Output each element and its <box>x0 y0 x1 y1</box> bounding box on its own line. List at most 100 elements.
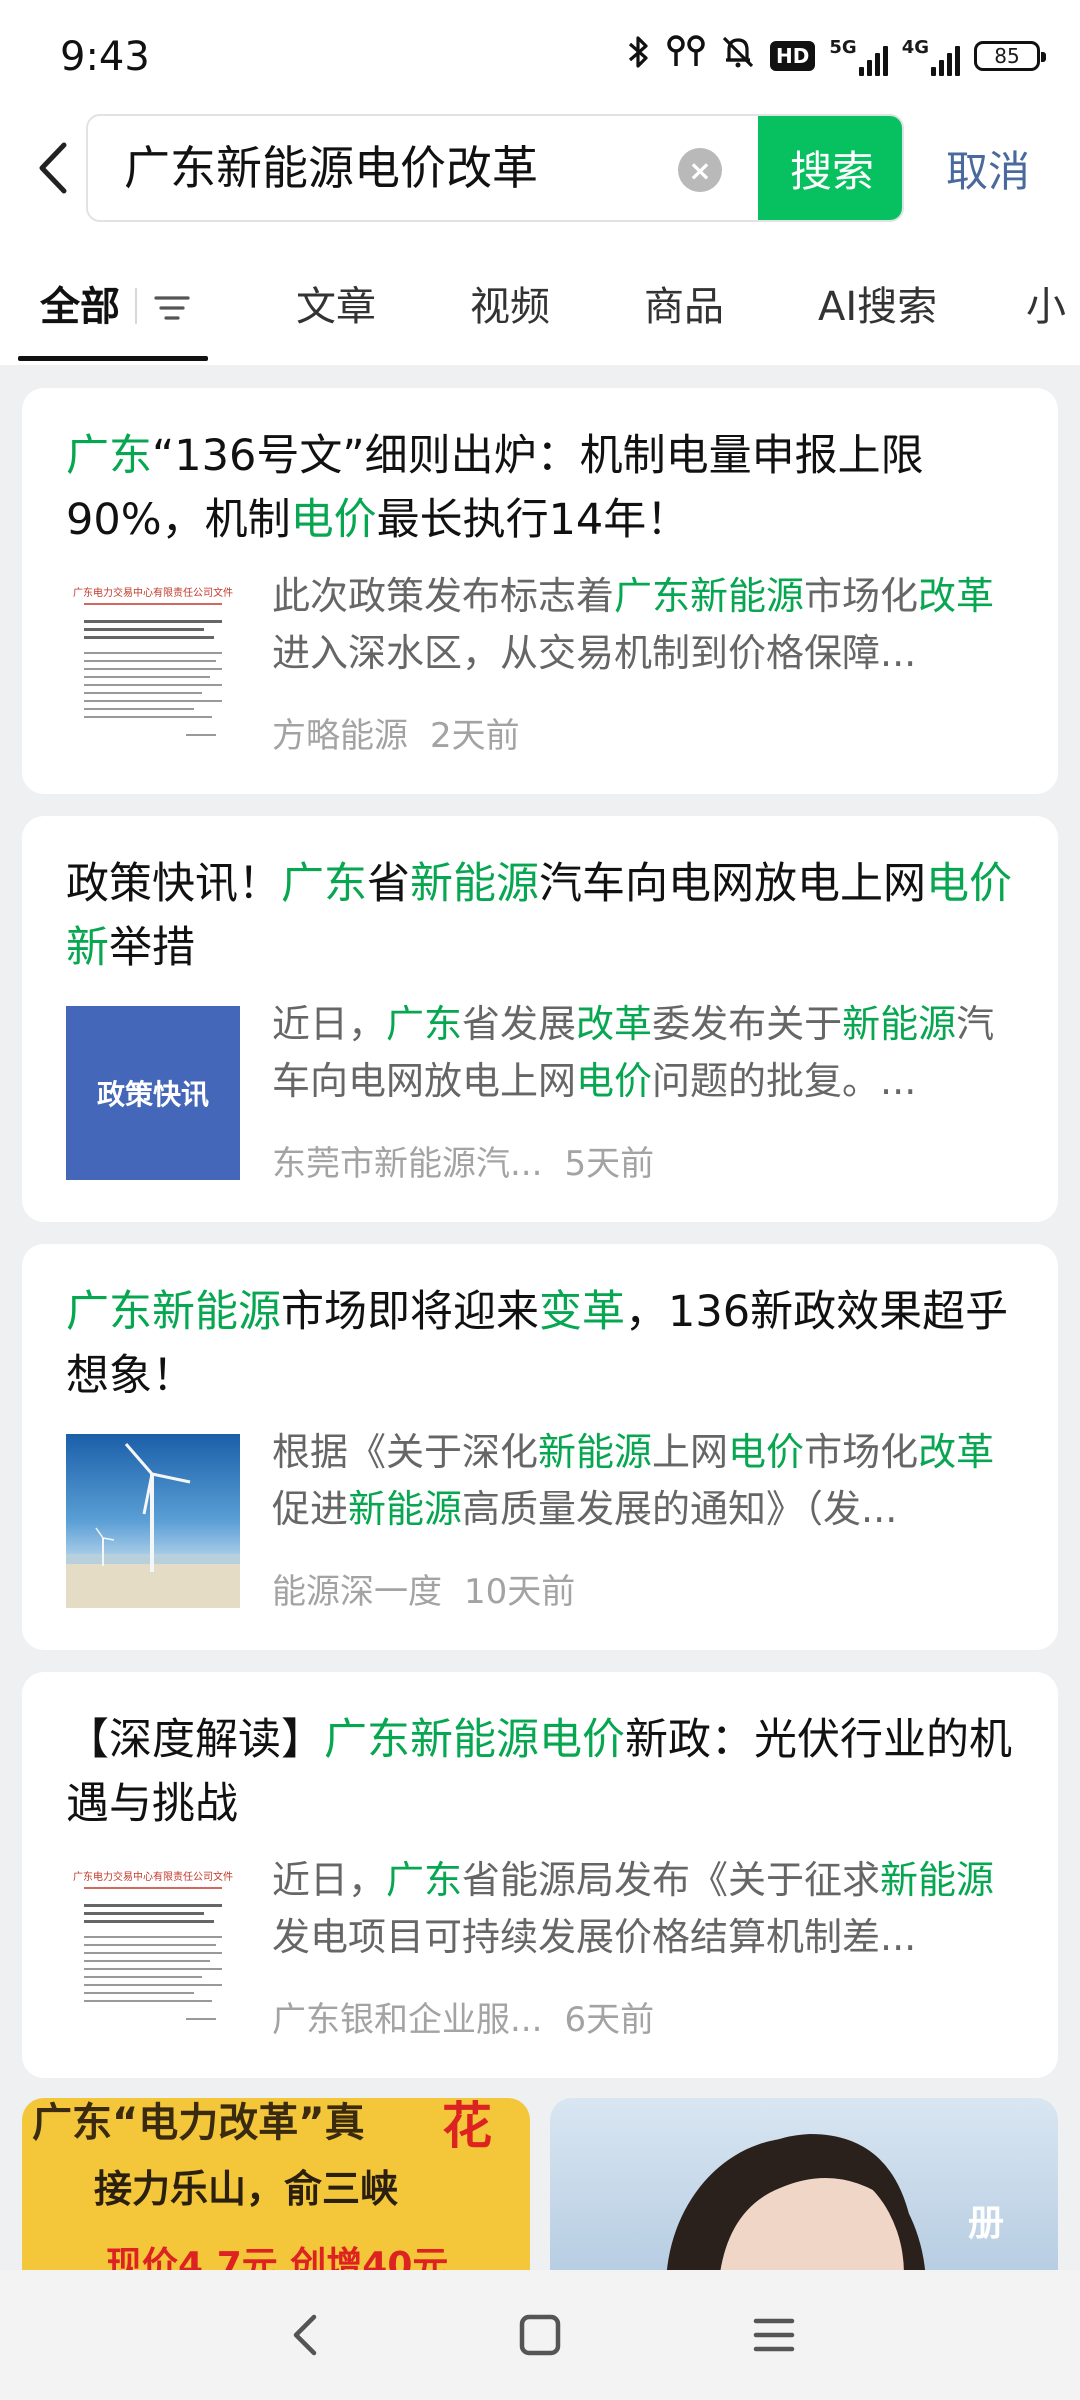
result-snippet: 根据《关于深化新能源上网电价市场化改革 促进新能源高质量发展的通知》（发... <box>272 1424 1032 1538</box>
text-segment: 促进 <box>272 1487 349 1531</box>
result-time: 10天前 <box>464 1572 576 1612</box>
highlight-keyword: 广东新能源 <box>614 574 805 618</box>
text-segment: 省能源局发布《关于征求 <box>462 1858 881 1902</box>
result-title[interactable]: 政策快讯！广东省新能源汽车向电网放电上网电价新举措 <box>66 852 1021 980</box>
result-source[interactable]: 能源深一度 <box>272 1572 442 1612</box>
highlight-keyword: 改革 <box>918 1430 995 1474</box>
highlight-keyword: 广东新能源电价 <box>324 1715 625 1765</box>
highlight-keyword: 电价 <box>290 495 377 545</box>
text-segment: 市场化 <box>804 574 919 618</box>
system-nav-bar <box>0 2270 1080 2400</box>
result-meta: 广东银和企业服... 6天前 <box>272 1992 654 2041</box>
text-segment: 根据《关于深化 <box>272 1430 539 1474</box>
bluetooth-icon <box>626 34 652 78</box>
highlight-keyword: 新能源 <box>538 1430 653 1474</box>
result-thumbnail <box>66 1434 240 1608</box>
status-time: 9:43 <box>60 34 150 80</box>
text-segment: 此次政策发布标志着 <box>272 574 615 618</box>
portrait-image <box>666 2134 926 2273</box>
battery-indicator: 85 <box>974 41 1046 71</box>
highlight-keyword: 广东 <box>386 1002 463 1046</box>
text-segment: 高质量发展的通知》（发... <box>462 1487 898 1531</box>
nav-home-button[interactable] <box>510 2305 570 2365</box>
highlight-keyword: 广东新能源 <box>66 1287 281 1337</box>
result-time: 2天前 <box>430 716 520 756</box>
text-segment: 举措 <box>109 923 195 973</box>
svg-text:广东电力交易中心有限责任公司文件: 广东电力交易中心有限责任公司文件 <box>73 586 233 599</box>
tab-products[interactable]: 商品 <box>644 274 724 332</box>
result-meta: 东莞市新能源汽... 5天前 <box>272 1136 654 1185</box>
text-segment: 【深度解读】 <box>66 1715 324 1765</box>
mute-bell-icon <box>720 34 756 78</box>
tab-videos[interactable]: 视频 <box>470 274 550 332</box>
highlight-keyword: 改革 <box>576 1002 653 1046</box>
highlight-keyword: 电价 <box>728 1430 805 1474</box>
active-tab-indicator <box>18 356 208 361</box>
result-snippet: 此次政策发布标志着广东新能源市场化改革进入深水区，从交易机制到价格保障... <box>272 568 1032 682</box>
back-button[interactable] <box>28 135 80 201</box>
text-segment: 市场化 <box>804 1430 919 1474</box>
result-title[interactable]: 【深度解读】广东新能源电价新政：光伏行业的机遇与挑战 <box>66 1708 1021 1836</box>
text-segment: 问题的批复。... <box>652 1059 917 1103</box>
earbuds-icon <box>666 34 706 78</box>
result-thumbnail: 政策快讯 <box>66 1006 240 1180</box>
result-source[interactable]: 方略能源 <box>272 716 408 756</box>
close-icon: × <box>688 153 712 187</box>
signal-5g: 5G <box>829 37 888 76</box>
text-segment: 委发布关于 <box>652 1002 843 1046</box>
tab-bar: 全部 文章 视频 商品 AI搜索 小 <box>0 262 1080 362</box>
filter-icon[interactable] <box>152 288 192 328</box>
result-meta: 方略能源 2天前 <box>272 708 520 757</box>
result-time: 5天前 <box>564 1144 655 1184</box>
search-box[interactable]: 广东新能源电价改革 × 搜索 <box>86 114 904 222</box>
result-snippet: 近日，广东省发展改革委发布关于新能源汽车向电网放电上网电价问题的批复。... <box>272 996 1032 1110</box>
result-card[interactable]: 政策快讯！广东省新能源汽车向电网放电上网电价新举措 政策快讯 近日，广东省发展改… <box>22 816 1058 1222</box>
highlight-keyword: 新能源 <box>410 859 539 909</box>
tab-all[interactable]: 全部 <box>40 274 120 332</box>
highlight-keyword: 广东 <box>386 1858 463 1902</box>
result-meta: 能源深一度 10天前 <box>272 1564 575 1613</box>
text-segment: 进入深水区，从交易机制到价格保障... <box>272 631 917 675</box>
tab-ai-search[interactable]: AI搜索 <box>818 274 937 332</box>
status-bar: 9:43 HD 5G 4G 85 <box>0 0 1080 110</box>
result-title[interactable]: 广东新能源市场即将迎来变革，136新政效果超乎想象！ <box>66 1280 1021 1408</box>
result-source[interactable]: 广东银和企业服... <box>272 2000 542 2040</box>
result-card[interactable]: 广东“136号文”细则出炉：机制电量申报上限90%，机制电价最长执行14年！ 广… <box>22 388 1058 794</box>
video-card[interactable]: 广东“电力改革”真 花 接力乐山，俞三峡 现价4.7元 创增40元 <box>22 2098 530 2273</box>
highlight-keyword: 新能源 <box>842 1002 957 1046</box>
svg-text:广东电力交易中心有限责任公司文件: 广东电力交易中心有限责任公司文件 <box>73 1870 233 1883</box>
text-segment: 发电项目可持续发展价格结算机制差... <box>272 1915 917 1959</box>
cancel-button[interactable]: 取消 <box>946 138 1030 199</box>
text-segment: 近日， <box>272 1002 387 1046</box>
nav-back-button[interactable] <box>276 2305 336 2365</box>
nav-home-icon <box>519 2314 561 2356</box>
highlight-keyword: 广东 <box>66 431 152 481</box>
tab-articles[interactable]: 文章 <box>296 274 376 332</box>
text-segment: 上网 <box>652 1430 729 1474</box>
video-card[interactable]: 册 <box>550 2098 1058 2273</box>
search-input[interactable]: 广东新能源电价改革 <box>124 138 538 198</box>
result-source[interactable]: 东莞市新能源汽... <box>272 1144 542 1184</box>
nav-menu-icon <box>753 2318 795 2352</box>
result-time: 6天前 <box>564 2000 655 2040</box>
text-segment: 最长执行14年！ <box>376 495 690 545</box>
highlight-keyword: 新能源 <box>348 1487 463 1531</box>
result-card[interactable]: 广东新能源市场即将迎来变革，136新政效果超乎想象！ 根据《关于深化新能源上网电… <box>22 1244 1058 1650</box>
result-snippet: 近日，广东省能源局发布《关于征求新能源发电项目可持续发展价格结算机制差... <box>272 1852 1032 1966</box>
result-thumbnail: 广东电力交易中心有限责任公司文件 <box>66 1858 240 2032</box>
search-button[interactable]: 搜索 <box>758 116 902 220</box>
clear-button[interactable]: × <box>678 148 722 192</box>
text-segment: 汽车向电网放电上网 <box>539 859 926 909</box>
result-title[interactable]: 广东“136号文”细则出炉：机制电量申报上限90%，机制电价最长执行14年！ <box>66 424 1021 552</box>
highlight-keyword: 变革 <box>539 1287 625 1337</box>
highlight-keyword: 改革 <box>918 574 995 618</box>
text-segment: 政策快讯！ <box>66 859 281 909</box>
result-thumbnail: 广东电力交易中心有限责任公司文件 <box>66 574 240 748</box>
tab-mini-program[interactable]: 小 <box>1026 274 1080 332</box>
nav-back-icon <box>293 2314 317 2356</box>
text-segment: 省发展 <box>462 1002 577 1046</box>
result-card[interactable]: 【深度解读】广东新能源电价新政：光伏行业的机遇与挑战 广东电力交易中心有限责任公… <box>22 1672 1058 2078</box>
nav-menu-button[interactable] <box>744 2305 804 2365</box>
divider <box>135 288 137 324</box>
status-icons: HD 5G 4G 85 <box>626 34 1046 78</box>
